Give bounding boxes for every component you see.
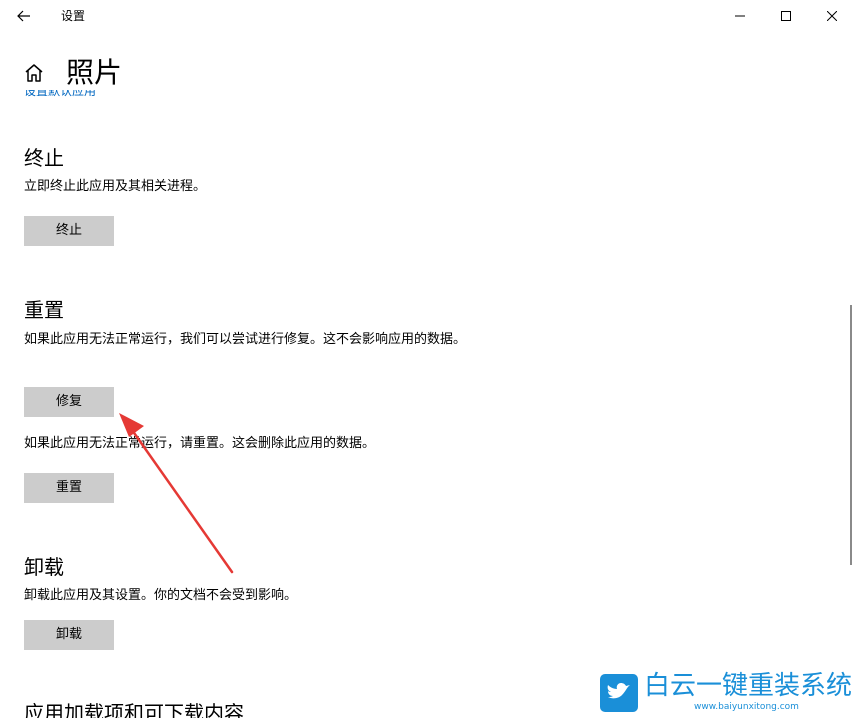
settings-window: 设置 照片 设置默认应用 终止 立即终止此应用及其相关进程。 终止 重置 如果此 <box>0 0 855 718</box>
repair-description: 如果此应用无法正常运行，我们可以尝试进行修复。这不会影响应用的数据。 <box>24 332 467 347</box>
vertical-scrollbar[interactable] <box>850 305 852 565</box>
watermark-url: www.baiyunxitong.com <box>694 702 799 712</box>
terminate-description: 立即终止此应用及其相关进程。 <box>24 179 207 194</box>
close-button[interactable] <box>809 0 855 32</box>
watermark-brand: 白云一键重装系统 <box>644 671 853 701</box>
addons-heading: 应用加载项和可下载内容 <box>24 701 244 718</box>
reset-button[interactable]: 重置 <box>24 473 114 503</box>
title-bar: 设置 <box>0 0 855 32</box>
uninstall-description: 卸载此应用及其设置。你的文档不会受到影响。 <box>24 588 298 603</box>
back-button[interactable] <box>8 2 40 30</box>
minimize-button[interactable] <box>717 0 763 32</box>
arrow-left-icon <box>17 10 30 22</box>
annotation-arrow <box>119 413 234 574</box>
close-icon <box>827 11 837 21</box>
terminate-button[interactable]: 终止 <box>24 216 114 246</box>
minimize-icon <box>735 15 745 17</box>
home-button[interactable] <box>23 62 45 84</box>
watermark-logo <box>600 674 638 712</box>
terminate-heading: 终止 <box>24 146 64 170</box>
bird-icon <box>607 683 630 699</box>
default-apps-link-text: 设置默认应用 <box>24 90 97 98</box>
window-title: 设置 <box>61 9 86 23</box>
maximize-button[interactable] <box>763 0 809 32</box>
page-title: 照片 <box>66 56 123 89</box>
reset-description: 如果此应用无法正常运行，请重置。这会删除此应用的数据。 <box>24 436 376 451</box>
default-apps-link[interactable]: 设置默认应用 <box>24 90 134 99</box>
watermark: 白云一键重装系统 www.baiyunxitong.com <box>598 671 852 716</box>
uninstall-button[interactable]: 卸载 <box>24 620 114 650</box>
home-icon <box>25 64 43 82</box>
maximize-icon <box>781 11 791 21</box>
reset-heading: 重置 <box>24 298 64 322</box>
uninstall-heading: 卸载 <box>24 555 64 579</box>
repair-button[interactable]: 修复 <box>24 387 114 417</box>
